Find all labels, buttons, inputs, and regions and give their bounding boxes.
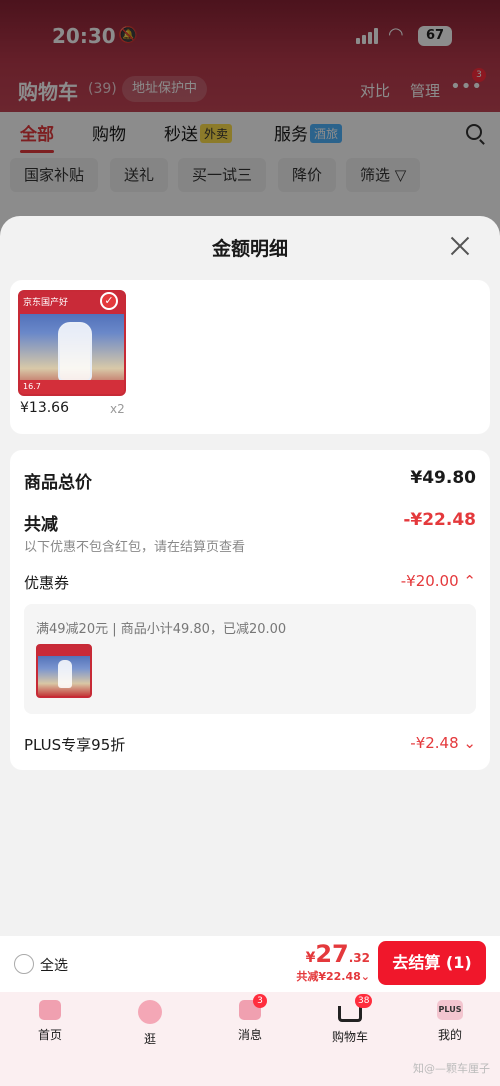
- product-bottle-graphic: [58, 322, 92, 382]
- tab-home[interactable]: 首页: [10, 1000, 90, 1043]
- chevron-down-icon: ⌄: [463, 734, 476, 752]
- coupon-description: 满49减20元 | 商品小计49.80，已减20.00: [36, 622, 287, 637]
- plus-discount-label: PLUS专享95折: [24, 736, 126, 754]
- tab-home-label: 首页: [37, 1028, 62, 1042]
- coupon-value[interactable]: -¥20.00 ⌃: [401, 572, 476, 590]
- reduce-note: 以下优惠不包含红包，请在结算页查看: [24, 540, 246, 555]
- tab-mine[interactable]: PLUS 我的: [410, 1000, 490, 1043]
- tab-messages[interactable]: 3 消息: [210, 994, 290, 1043]
- tab-cart-label: 购物车: [331, 1030, 368, 1044]
- plus-member-icon: PLUS: [437, 1000, 463, 1020]
- close-icon[interactable]: [448, 234, 472, 258]
- tab-cart[interactable]: 38 购物车: [310, 994, 390, 1045]
- coupon-label: 优惠券: [24, 574, 70, 592]
- price-breakdown-card: 商品总价 ¥49.80 共减 -¥22.48 以下优惠不包含红包，请在结算页查看…: [10, 450, 490, 770]
- total-integer: 27: [315, 940, 349, 968]
- tab-mine-label: 我的: [437, 1028, 462, 1042]
- coupon-product-thumbnail: [36, 644, 92, 698]
- tab-browse[interactable]: 逛: [110, 1000, 190, 1047]
- product-quantity: x2: [110, 402, 125, 416]
- message-icon: 3: [239, 994, 267, 1020]
- total-row: 商品总价 ¥49.80: [24, 468, 476, 493]
- product-price: ¥13.66: [20, 400, 69, 416]
- total-currency: ¥: [305, 950, 316, 966]
- sheet-title: 金额明细: [211, 238, 288, 260]
- tab-messages-label: 消息: [237, 1028, 262, 1042]
- total-decimal: .32: [348, 951, 370, 965]
- total-price: ¥27.32: [306, 940, 370, 968]
- cart-badge: 38: [355, 994, 373, 1008]
- saved-amount[interactable]: 共减¥22.48⌄: [296, 968, 370, 984]
- browse-face-icon: [138, 1000, 162, 1024]
- thumbnail-banner: [38, 646, 90, 656]
- checkout-button[interactable]: 去结算 (1): [378, 941, 486, 985]
- thumbnail-bottle-graphic: [58, 660, 72, 688]
- amount-detail-sheet: 金额明细 京东国产好 16.7 ✓ ¥13.66 x2 商品总价 ¥49.80 …: [0, 216, 500, 936]
- total-label: 商品总价: [24, 473, 92, 493]
- coupon-row[interactable]: 优惠券 -¥20.00 ⌃: [24, 572, 476, 593]
- selected-check-icon: ✓: [100, 292, 118, 310]
- checkout-bar: 全选 ¥27.32 共减¥22.48⌄ 去结算 (1): [0, 936, 500, 992]
- product-card: 京东国产好 16.7 ✓ ¥13.66 x2: [10, 280, 490, 434]
- reduce-label: 共减: [24, 515, 58, 535]
- select-all-label[interactable]: 全选: [40, 955, 68, 975]
- reduce-row: 共减 -¥22.48: [24, 510, 476, 535]
- product-image-strip: 16.7: [20, 380, 124, 394]
- total-value: ¥49.80: [410, 468, 476, 488]
- plus-discount-row[interactable]: PLUS专享95折 -¥2.48 ⌄: [24, 734, 476, 755]
- messages-badge: 3: [253, 994, 267, 1008]
- select-all-radio[interactable]: [14, 954, 34, 974]
- chevron-up-icon: ⌃: [463, 572, 476, 590]
- tab-browse-label: 逛: [143, 1032, 156, 1046]
- watermark: 知@—颗车厘子: [413, 1062, 490, 1075]
- coupon-detail-box: 满49减20元 | 商品小计49.80，已减20.00: [24, 604, 476, 714]
- cart-icon: 38: [338, 994, 373, 1022]
- reduce-value: -¥22.48: [403, 510, 476, 530]
- home-icon: [39, 1000, 61, 1020]
- plus-discount-value[interactable]: -¥2.48 ⌄: [410, 734, 476, 752]
